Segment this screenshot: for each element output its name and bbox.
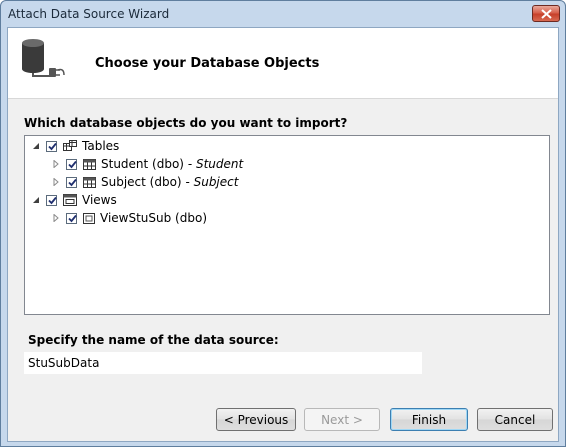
viewstusub-label: ViewStuSub (dbo) (100, 211, 207, 225)
objects-section-label: Which database objects do you want to im… (24, 116, 348, 130)
previous-button[interactable]: < Previous (216, 408, 296, 431)
views-folder-icon (63, 194, 77, 206)
table-icon (83, 176, 96, 188)
page-title: Choose your Database Objects (95, 56, 320, 71)
tables-folder-icon (63, 140, 77, 152)
wizard-body: Choose your Database Objects Which datab… (7, 27, 559, 442)
student-label: Student (dbo) (101, 157, 184, 171)
expand-arrow-icon[interactable] (51, 159, 61, 169)
tables-label: Tables (82, 139, 120, 153)
view-icon (83, 212, 95, 224)
checkmark-icon (68, 214, 77, 222)
datasource-name-label: Specify the name of the data source: (28, 333, 279, 347)
wizard-header: Choose your Database Objects (8, 28, 558, 99)
database-icon (20, 38, 68, 81)
table-icon (83, 158, 96, 170)
views-checkbox[interactable] (46, 194, 57, 206)
tree-item-subject[interactable]: Subject (dbo) - Subject (51, 173, 238, 191)
database-objects-tree[interactable]: Tables Student (dbo) - Student Subject (… (24, 135, 550, 315)
finish-button[interactable]: Finish (390, 408, 468, 431)
window-title: Attach Data Source Wizard (8, 7, 170, 21)
subject-label: Subject (dbo) (101, 175, 182, 189)
views-label: Views (82, 193, 117, 207)
tree-item-viewstusub[interactable]: ViewStuSub (dbo) (51, 209, 207, 227)
expand-arrow-icon[interactable] (51, 213, 61, 223)
checkmark-icon (48, 142, 57, 150)
student-alias: Student (195, 157, 244, 171)
tree-node-tables[interactable]: Tables (31, 137, 119, 155)
tree-item-student[interactable]: Student (dbo) - Student (51, 155, 243, 173)
subject-checkbox[interactable] (66, 176, 77, 188)
checkmark-icon (68, 178, 77, 186)
tree-node-views[interactable]: Views (31, 191, 117, 209)
next-button[interactable]: Next > (304, 408, 380, 431)
viewstusub-checkbox[interactable] (66, 212, 77, 224)
tables-checkbox[interactable] (46, 140, 57, 152)
collapse-arrow-icon[interactable] (31, 141, 41, 151)
datasource-name-input[interactable] (24, 352, 422, 374)
close-button[interactable] (532, 5, 560, 22)
wizard-window: Attach Data Source Wizard Choose your Da (0, 0, 566, 447)
cancel-button[interactable]: Cancel (477, 408, 553, 431)
checkmark-icon (48, 196, 57, 204)
checkmark-icon (68, 160, 77, 168)
expand-arrow-icon[interactable] (51, 177, 61, 187)
collapse-arrow-icon[interactable] (31, 195, 41, 205)
close-icon (541, 9, 552, 19)
subject-alias: Subject (193, 175, 239, 189)
student-checkbox[interactable] (66, 158, 77, 170)
title-bar[interactable]: Attach Data Source Wizard (1, 1, 565, 27)
